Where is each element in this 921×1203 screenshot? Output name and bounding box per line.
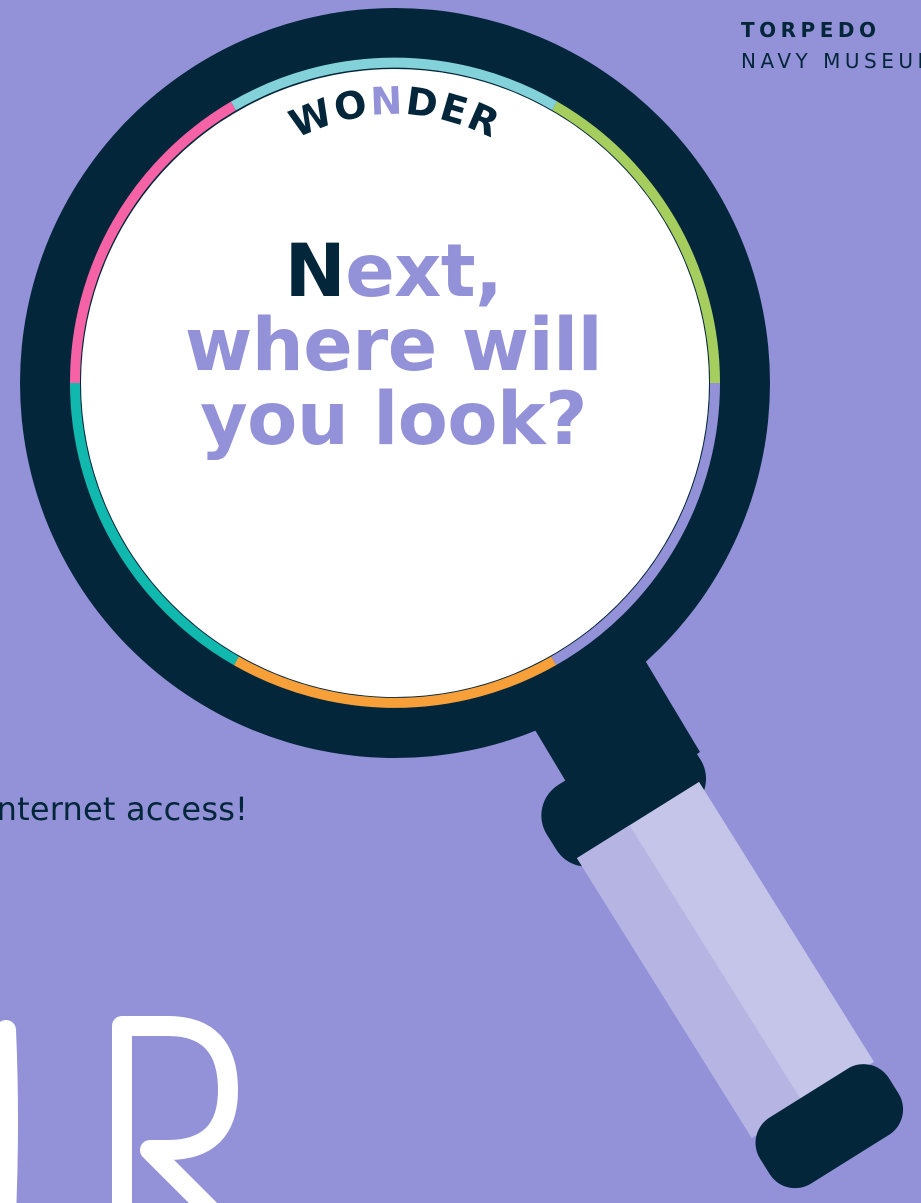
- headline-line-3: you look?: [200, 377, 587, 462]
- poster: WONDER Next, where will you look? TORPED…: [0, 0, 921, 1203]
- big-outline-letters: [0, 1016, 238, 1203]
- headline-line-1: Next,: [131, 235, 656, 309]
- headline-line-1-rest: ext,: [345, 229, 503, 314]
- brand-name-line-2: NAVY MUSEUM: [741, 49, 921, 73]
- outline-letter-e: [0, 1020, 18, 1203]
- headline-first-letter: N: [284, 229, 346, 314]
- magnifier-handle: [520, 632, 904, 1189]
- internet-access-text: Internet access!: [0, 790, 249, 828]
- lens-headline: Next, where will you look?: [131, 235, 656, 457]
- artwork: WONDER: [0, 8, 904, 1203]
- brand-name-line-1: TORPEDO: [741, 18, 881, 42]
- outline-letter-r: [112, 1016, 238, 1203]
- headline-line-2: where will: [184, 303, 603, 388]
